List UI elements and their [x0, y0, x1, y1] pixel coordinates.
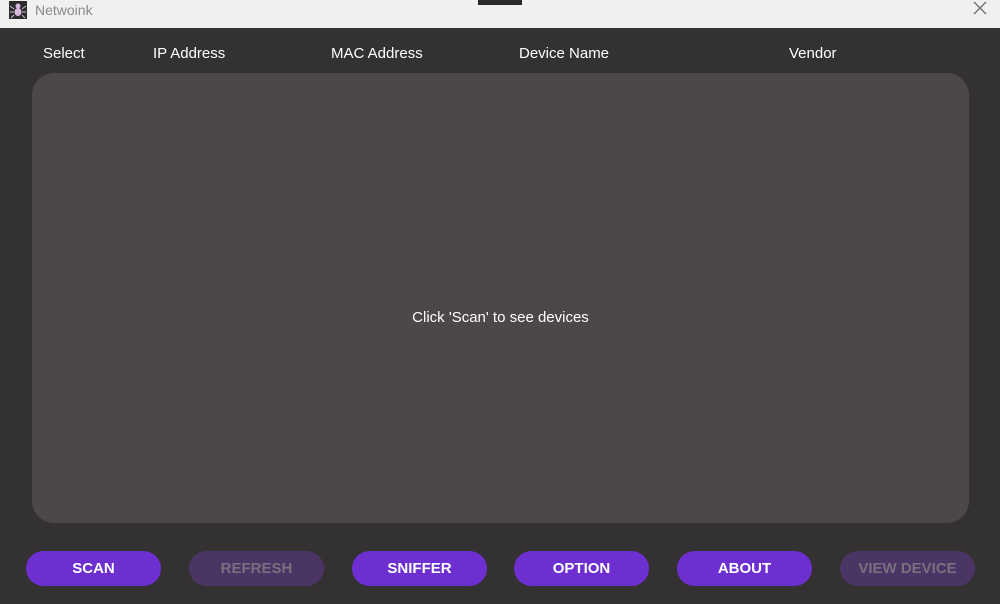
column-header-mac-address: MAC Address: [331, 45, 423, 62]
title-bar-notch: [478, 0, 522, 5]
view-device-button[interactable]: VIEW DEVICE: [840, 551, 975, 586]
scan-button[interactable]: SCAN: [26, 551, 161, 586]
column-header-ip-address: IP Address: [153, 45, 226, 62]
window-title: Netwoink: [35, 2, 93, 18]
main-window: Select IP Address MAC Address Device Nam…: [0, 28, 1000, 604]
about-button[interactable]: ABOUT: [677, 551, 812, 586]
close-icon: [973, 1, 987, 20]
column-header-vendor: Vendor: [789, 45, 837, 62]
option-button[interactable]: OPTION: [514, 551, 649, 586]
close-button[interactable]: [966, 0, 994, 20]
spider-logo-icon: [9, 1, 27, 19]
column-header-select: Select: [43, 45, 85, 62]
empty-state-message: Click 'Scan' to see devices: [412, 309, 589, 326]
title-bar: Netwoink: [0, 0, 1000, 28]
column-header-device-name: Device Name: [519, 45, 610, 62]
sniffer-button[interactable]: SNIFFER: [352, 551, 487, 586]
devices-list-panel[interactable]: Click 'Scan' to see devices: [32, 73, 969, 523]
refresh-button[interactable]: REFRESH: [189, 551, 324, 586]
